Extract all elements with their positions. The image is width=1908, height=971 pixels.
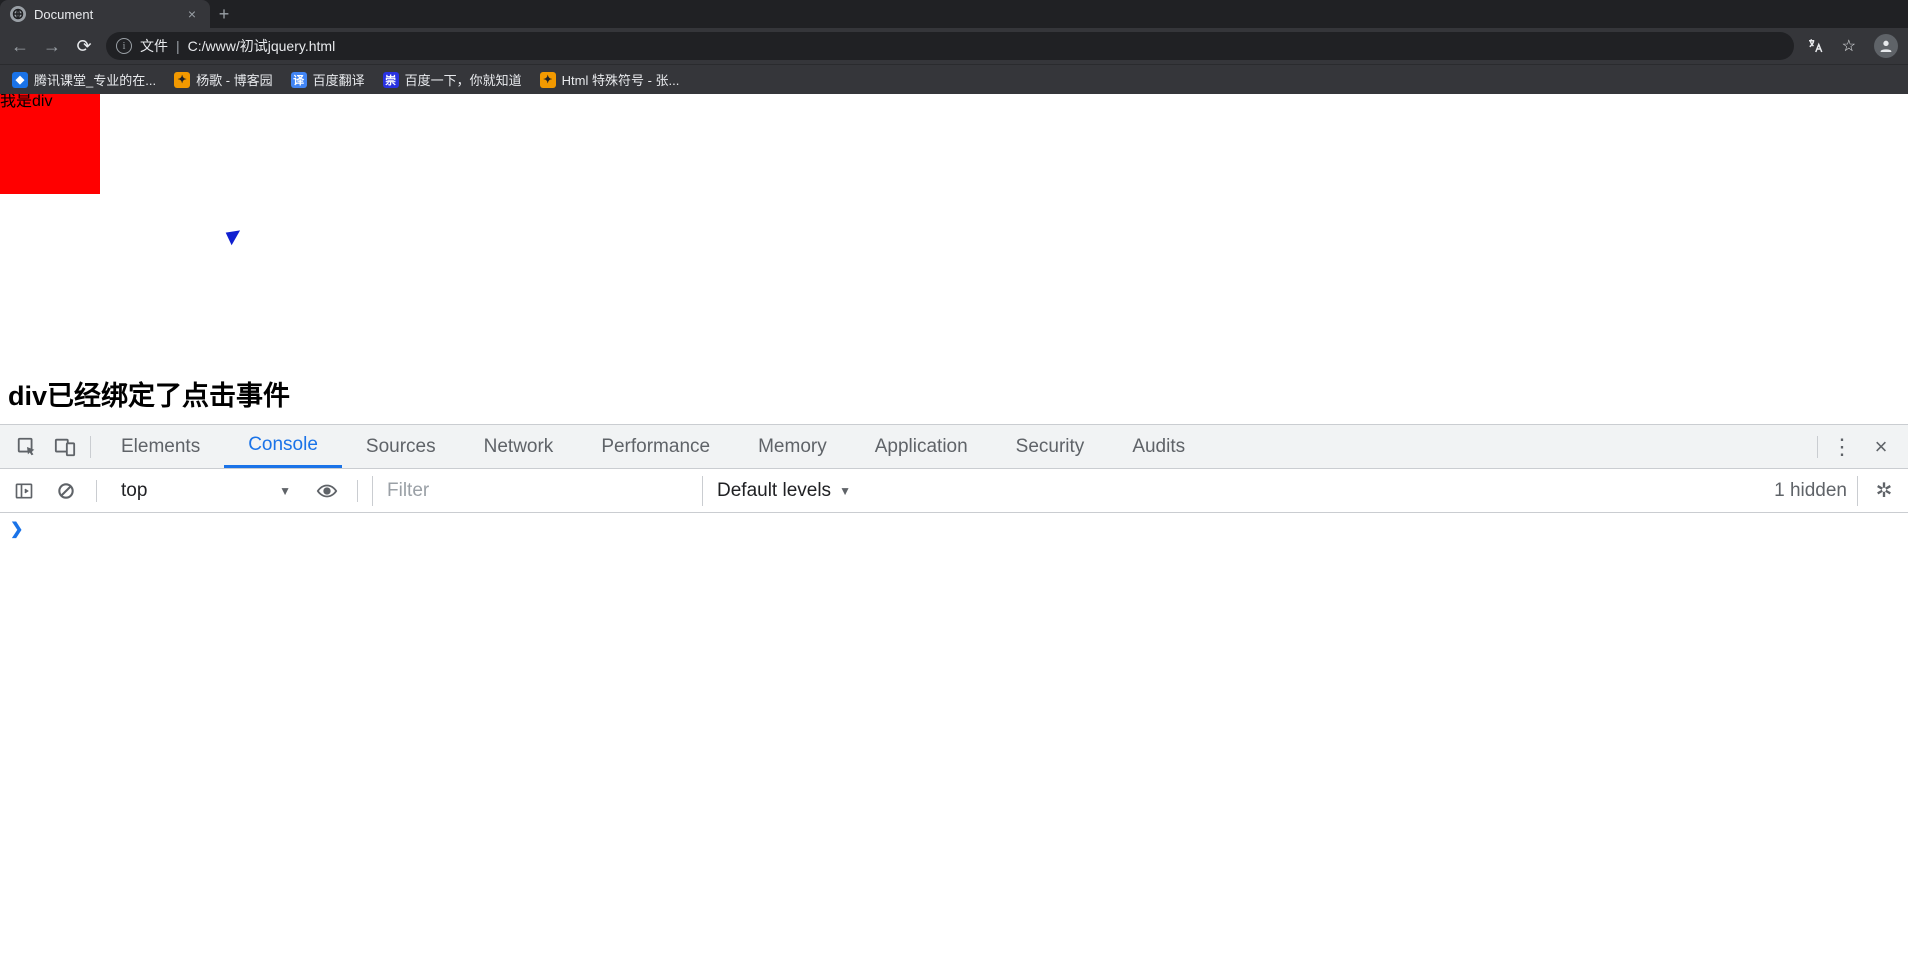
tab-sources[interactable]: Sources xyxy=(342,425,460,468)
tab-elements[interactable]: Elements xyxy=(97,425,224,468)
divider xyxy=(357,480,358,502)
console-output[interactable]: ❯ xyxy=(0,513,1908,971)
new-tab-button[interactable]: + xyxy=(210,0,238,28)
site-info-icon[interactable]: i xyxy=(116,38,132,54)
filter-input[interactable] xyxy=(372,476,692,506)
tab-audits[interactable]: Audits xyxy=(1108,425,1209,468)
divider xyxy=(96,480,97,502)
back-button[interactable]: ← xyxy=(10,36,30,57)
globe-icon xyxy=(10,6,26,22)
close-tab-button[interactable]: × xyxy=(184,6,200,22)
bookmark-label: 百度一下，你就知道 xyxy=(405,70,522,89)
translate-icon[interactable] xyxy=(1806,37,1824,55)
bookmark-label: 杨歌 - 博客园 xyxy=(196,70,273,89)
page-heading: div已经绑定了点击事件 xyxy=(8,374,290,413)
tab-memory[interactable]: Memory xyxy=(734,425,851,468)
context-value: top xyxy=(121,480,147,502)
url-separator: | xyxy=(176,38,180,54)
devtools-tabbar: Elements Console Sources Network Perform… xyxy=(0,425,1908,469)
log-levels-selector[interactable]: Default levels ▼ xyxy=(702,476,851,506)
bookmark-label: 百度翻译 xyxy=(313,70,365,89)
bookmark-item[interactable]: ✦ 杨歌 - 博客园 xyxy=(174,70,273,89)
red-div[interactable]: 我是div xyxy=(0,94,100,194)
inspect-element-icon[interactable] xyxy=(8,436,46,458)
bookmark-icon: 译 xyxy=(291,72,307,88)
tab-console[interactable]: Console xyxy=(224,425,342,468)
divider xyxy=(1817,436,1818,458)
devtools-menu-icon[interactable]: ⋮ xyxy=(1824,434,1862,460)
url-path: C:/www/初试jquery.html xyxy=(188,36,1784,56)
device-toolbar-icon[interactable] xyxy=(46,436,84,458)
console-prompt-icon: ❯ xyxy=(10,521,23,538)
toggle-sidebar-icon[interactable] xyxy=(8,481,40,501)
tab-application[interactable]: Application xyxy=(851,425,992,468)
clear-console-icon[interactable] xyxy=(50,481,82,501)
bookmark-icon: ◆ xyxy=(12,72,28,88)
context-selector[interactable]: top ▼ xyxy=(111,476,301,506)
cursor-icon xyxy=(226,227,245,246)
chevron-down-icon: ▼ xyxy=(839,484,851,498)
browser-tab[interactable]: Document × xyxy=(0,0,210,28)
page-viewport: 我是div div已经绑定了点击事件 xyxy=(0,94,1908,424)
devtools-panel: Elements Console Sources Network Perform… xyxy=(0,424,1908,971)
browser-tabstrip: Document × + xyxy=(0,0,1908,28)
bookmark-item[interactable]: ✦ Html 特殊符号 - 张... xyxy=(540,70,680,89)
reload-button[interactable]: ⟳ xyxy=(74,36,94,57)
address-bar[interactable]: i 文件 | C:/www/初试jquery.html xyxy=(106,32,1794,60)
forward-button[interactable]: → xyxy=(42,36,62,57)
bookmark-icon: 崇 xyxy=(383,72,399,88)
bookmark-item[interactable]: ◆ 腾讯课堂_专业的在... xyxy=(12,70,156,89)
url-scheme: 文件 xyxy=(140,36,168,56)
tab-security[interactable]: Security xyxy=(992,425,1109,468)
profile-avatar[interactable] xyxy=(1874,34,1898,58)
tab-performance[interactable]: Performance xyxy=(577,425,734,468)
live-expression-icon[interactable] xyxy=(311,480,343,502)
bookmark-star-icon[interactable]: ☆ xyxy=(1842,36,1856,56)
divider xyxy=(90,436,91,458)
bookmark-item[interactable]: 崇 百度一下，你就知道 xyxy=(383,70,522,89)
devtools-close-icon[interactable]: × xyxy=(1862,434,1900,460)
browser-toolbar: ← → ⟳ i 文件 | C:/www/初试jquery.html ☆ xyxy=(0,28,1908,64)
bookmarks-bar: ◆ 腾讯课堂_专业的在... ✦ 杨歌 - 博客园 译 百度翻译 崇 百度一下，… xyxy=(0,64,1908,94)
tab-title: Document xyxy=(34,7,176,22)
bookmark-icon: ✦ xyxy=(540,72,556,88)
tab-network[interactable]: Network xyxy=(460,425,578,468)
bookmark-icon: ✦ xyxy=(174,72,190,88)
hidden-messages[interactable]: 1 hidden xyxy=(1774,476,1858,506)
console-toolbar: top ▼ Default levels ▼ 1 hidden ✲ xyxy=(0,469,1908,513)
bookmark-item[interactable]: 译 百度翻译 xyxy=(291,70,365,89)
bookmark-label: 腾讯课堂_专业的在... xyxy=(34,70,156,89)
bookmark-label: Html 特殊符号 - 张... xyxy=(562,70,680,89)
chevron-down-icon: ▼ xyxy=(279,484,291,498)
log-levels-label: Default levels xyxy=(717,480,831,502)
console-settings-icon[interactable]: ✲ xyxy=(1868,478,1900,503)
